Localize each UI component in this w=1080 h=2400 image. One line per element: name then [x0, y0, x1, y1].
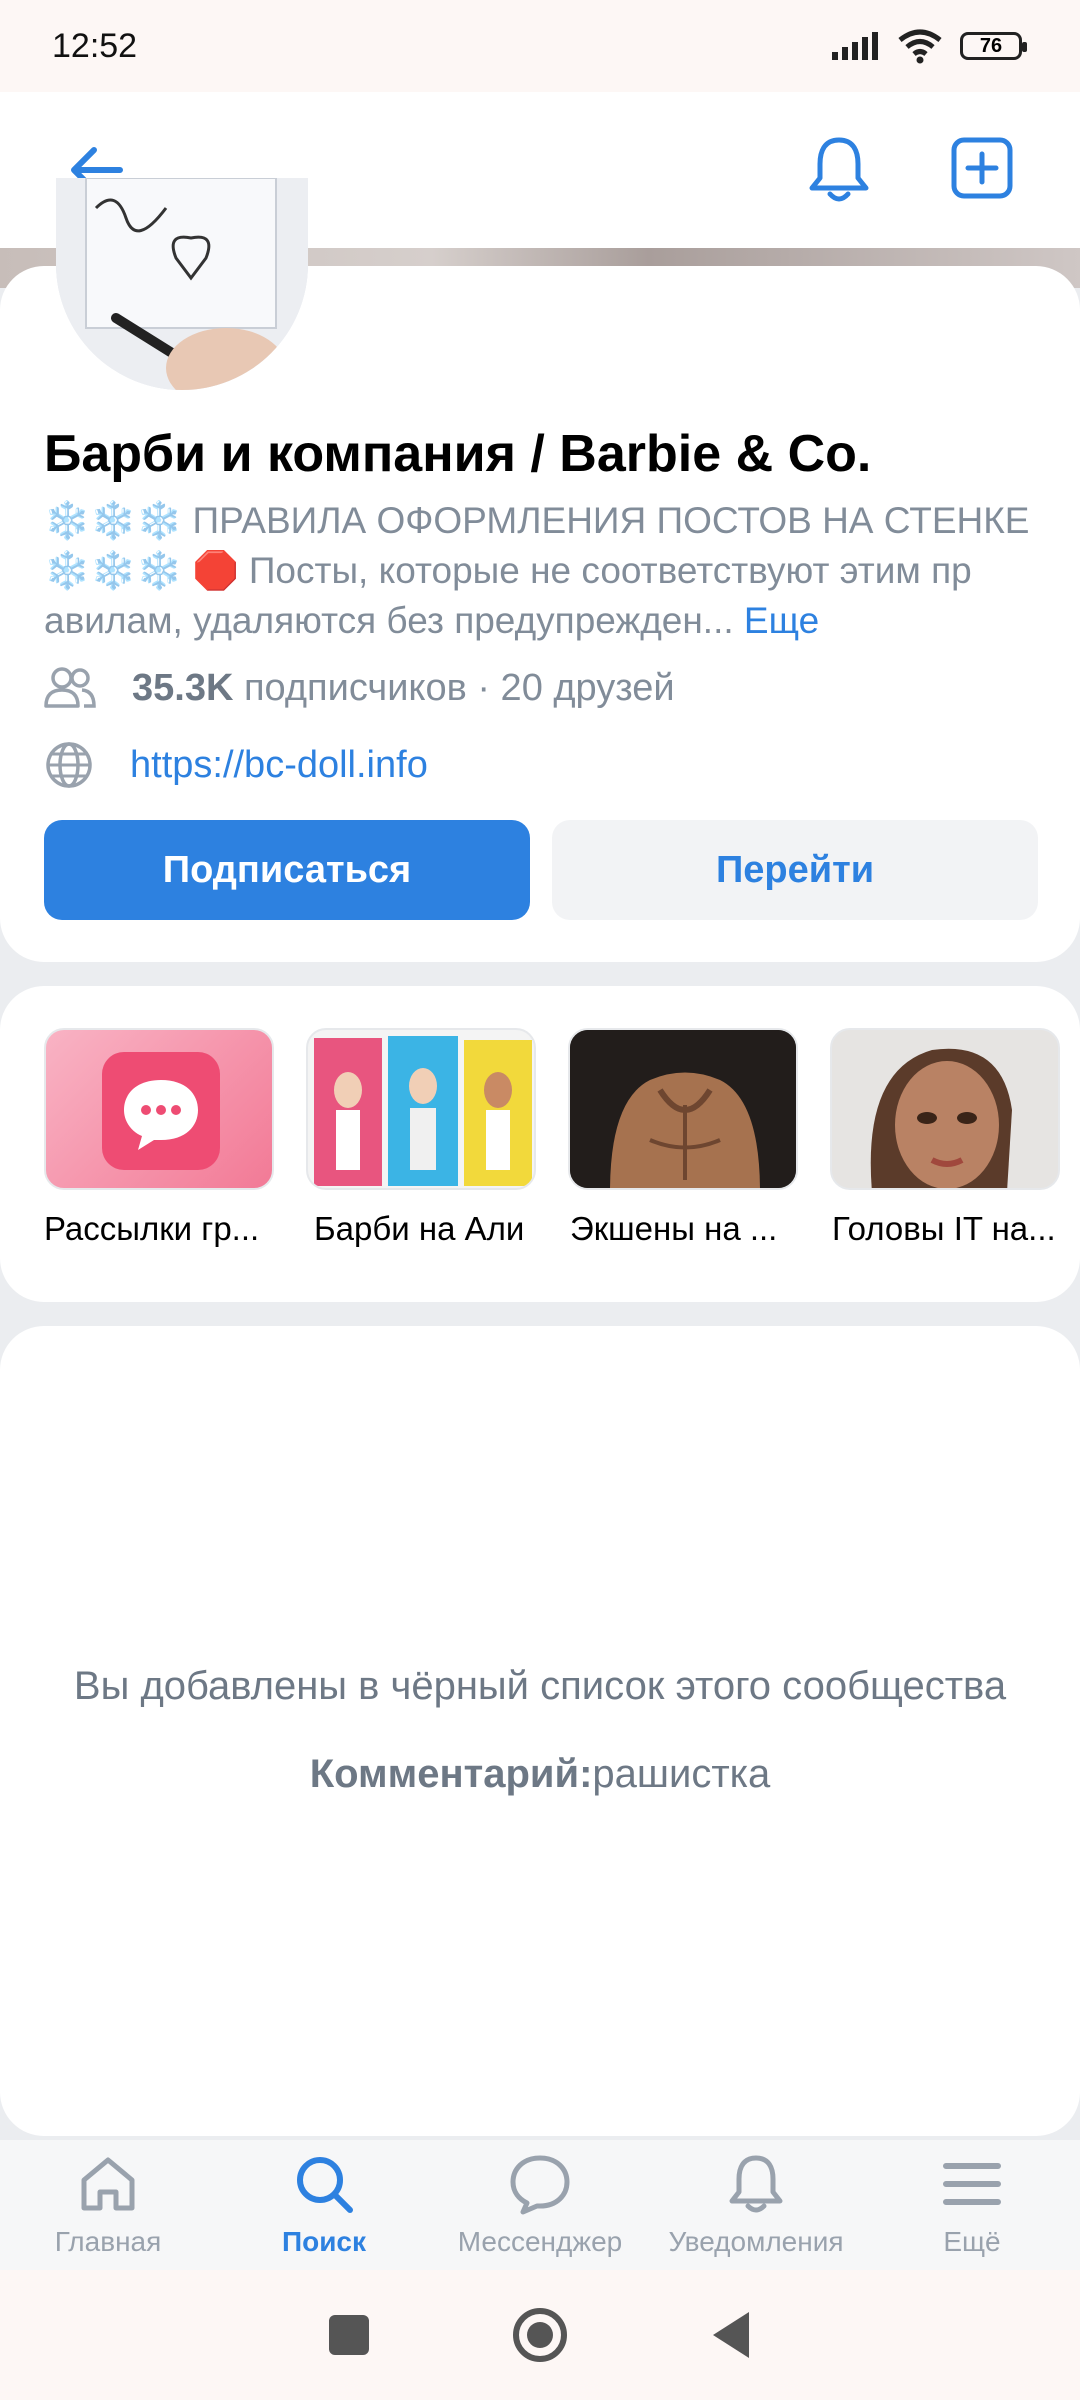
tile-label-action-figures: Экшены на ...: [570, 1210, 778, 1247]
subscribers-rest: подписчиков · 20 друзей: [233, 666, 675, 709]
tile-label-newsletters: Рассылки гр...: [44, 1210, 260, 1247]
description-text: ❄️❄️❄️ ПРАВИЛА ОФОРМЛЕНИЯ ПОСТОВ НА СТЕН…: [44, 500, 1030, 641]
tab-messenger-label: Мессенджер: [457, 2226, 623, 2257]
subscribers-row[interactable]: 35.3K подписчиков · 20 друзей: [44, 666, 675, 710]
tab-search[interactable]: Поиск: [216, 2140, 432, 2270]
tab-messenger[interactable]: Мессенджер: [432, 2140, 648, 2270]
tile-label-it-heads: Головы IT на...: [832, 1210, 1056, 1247]
signal-icon: [832, 32, 878, 60]
system-nav-bar: [0, 2270, 1080, 2400]
bell-icon: [729, 2155, 783, 2213]
tab-notifications-label: Уведомления: [668, 2226, 844, 2257]
tile-label-barbie-ali: Барби на Али: [314, 1210, 525, 1247]
battery-level: 76: [979, 34, 1003, 57]
users-icon: [44, 667, 96, 708]
tab-notifications[interactable]: Уведомления: [648, 2140, 864, 2270]
group-description: ❄️❄️❄️ ПРАВИЛА ОФОРМЛЕНИЯ ПОСТОВ НА СТЕН…: [44, 496, 1044, 646]
status-bar: 12:52 76: [0, 0, 1080, 92]
bell-icon[interactable]: [806, 134, 872, 206]
tab-home-label: Главная: [54, 2226, 162, 2257]
blocked-comment: Комментарий:рашистка: [0, 1752, 1080, 1797]
subscribers-count: 35.3K: [132, 666, 234, 709]
plus-square-icon[interactable]: [950, 136, 1014, 200]
comment-value: рашистка: [592, 1752, 771, 1796]
back-triangle-icon[interactable]: [709, 2310, 753, 2360]
tile-it-heads[interactable]: [830, 1028, 1060, 1190]
wifi-icon: [898, 29, 942, 64]
more-link[interactable]: Еще: [744, 600, 819, 641]
blocked-card: [0, 1326, 1080, 2136]
subscribers-text: 35.3K подписчиков · 20 друзей: [132, 667, 675, 710]
status-time: 12:52: [52, 26, 138, 65]
tile-action-figures[interactable]: [568, 1028, 798, 1190]
home-button-icon[interactable]: [511, 2306, 569, 2364]
home-icon: [81, 2157, 135, 2211]
blocked-message: Вы добавлены в чёрный список этого сообщ…: [73, 1664, 1007, 1708]
tile-newsletters[interactable]: [44, 1028, 274, 1190]
tab-home[interactable]: Главная: [0, 2140, 216, 2270]
subscribe-button[interactable]: Подписаться: [44, 820, 530, 920]
tile-barbie-ali[interactable]: [306, 1028, 536, 1190]
system-icons: 76: [830, 28, 1027, 64]
group-name: Барби и компания / Barbie & Co.: [44, 425, 872, 483]
comment-label: Комментарий:: [309, 1752, 593, 1796]
tab-search-label: Поиск: [281, 2226, 367, 2257]
recents-icon[interactable]: [327, 2313, 371, 2357]
tab-more[interactable]: Ещё: [864, 2140, 1080, 2270]
website-link[interactable]: https://bc-doll.info: [130, 744, 428, 787]
website-row[interactable]: https://bc-doll.info: [44, 740, 428, 790]
search-icon: [297, 2157, 353, 2213]
menu-icon: [943, 2163, 1001, 2205]
globe-icon: [46, 742, 92, 788]
goto-button[interactable]: Перейти: [552, 820, 1038, 920]
chat-icon: [510, 2155, 570, 2215]
battery-icon: 76: [960, 32, 1027, 60]
tab-more-label: Ещё: [943, 2226, 1001, 2257]
bottom-tab-bar: Главная Поиск Мессенджер Уведомления Ещё: [0, 2140, 1080, 2270]
